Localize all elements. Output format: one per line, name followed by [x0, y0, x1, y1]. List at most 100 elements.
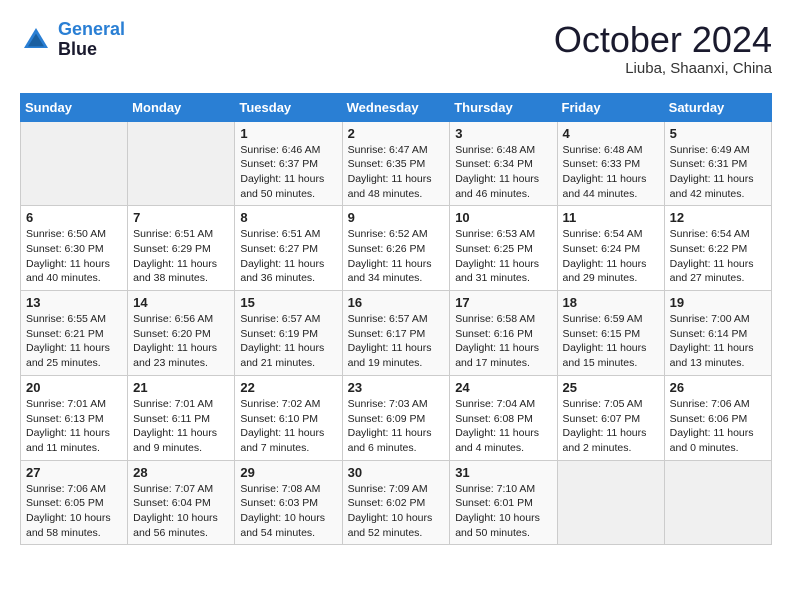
page-header: General Blue October 2024 Liuba, Shaanxi… [20, 20, 772, 77]
day-number: 17 [455, 295, 551, 310]
weekday-header-monday: Monday [128, 93, 235, 121]
day-info: Sunrise: 6:53 AMSunset: 6:25 PMDaylight:… [455, 227, 551, 286]
day-number: 2 [348, 126, 445, 141]
calendar-cell: 13 Sunrise: 6:55 AMSunset: 6:21 PMDayligh… [21, 291, 128, 376]
day-number: 9 [348, 210, 445, 225]
logo-text: General Blue [58, 20, 125, 60]
calendar-cell [664, 460, 771, 545]
day-number: 29 [240, 465, 336, 480]
location-subtitle: Liuba, Shaanxi, China [554, 60, 772, 77]
calendar-week-5: 27 Sunrise: 7:06 AMSunset: 6:05 PMDayligh… [21, 460, 772, 545]
calendar-cell: 24Sunrise: 7:04 AMSunset: 6:08 PMDayligh… [450, 375, 557, 460]
day-number: 30 [348, 465, 445, 480]
calendar-cell: 2 Sunrise: 6:47 AMSunset: 6:35 PMDaylight… [342, 121, 450, 206]
day-info: Sunrise: 7:01 AMSunset: 6:11 PMDaylight:… [133, 397, 229, 456]
day-number: 26 [670, 380, 766, 395]
day-number: 23 [348, 380, 445, 395]
calendar-cell: 9 Sunrise: 6:52 AMSunset: 6:26 PMDaylight… [342, 206, 450, 291]
day-number: 19 [670, 295, 766, 310]
calendar-cell: 21 Sunrise: 7:01 AMSunset: 6:11 PMDayligh… [128, 375, 235, 460]
day-info: Sunrise: 7:04 AMSunset: 6:08 PMDaylight:… [455, 397, 551, 456]
day-info: Sunrise: 7:03 AMSunset: 6:09 PMDaylight:… [348, 397, 445, 456]
day-number: 16 [348, 295, 445, 310]
day-number: 12 [670, 210, 766, 225]
day-info: Sunrise: 6:58 AMSunset: 6:16 PMDaylight:… [455, 312, 551, 371]
day-info: Sunrise: 7:09 AMSunset: 6:02 PMDaylight:… [348, 482, 445, 541]
day-info: Sunrise: 6:51 AMSunset: 6:29 PMDaylight:… [133, 227, 229, 286]
day-number: 7 [133, 210, 229, 225]
day-info: Sunrise: 6:48 AMSunset: 6:34 PMDaylight:… [455, 143, 551, 202]
logo-line1: General [58, 19, 125, 39]
title-block: October 2024 Liuba, Shaanxi, China [554, 20, 772, 77]
calendar-cell: 1Sunrise: 6:46 AMSunset: 6:37 PMDaylight… [235, 121, 342, 206]
logo: General Blue [20, 20, 125, 60]
weekday-header-thursday: Thursday [450, 93, 557, 121]
day-info: Sunrise: 7:10 AMSunset: 6:01 PMDaylight:… [455, 482, 551, 541]
calendar-cell: 8 Sunrise: 6:51 AMSunset: 6:27 PMDaylight… [235, 206, 342, 291]
day-number: 25 [563, 380, 659, 395]
day-info: Sunrise: 7:06 AMSunset: 6:05 PMDaylight:… [26, 482, 122, 541]
calendar-cell: 28 Sunrise: 7:07 AMSunset: 6:04 PMDayligh… [128, 460, 235, 545]
day-number: 14 [133, 295, 229, 310]
calendar-cell: 17 Sunrise: 6:58 AMSunset: 6:16 PMDayligh… [450, 291, 557, 376]
weekday-header-friday: Friday [557, 93, 664, 121]
day-number: 28 [133, 465, 229, 480]
calendar-table: SundayMondayTuesdayWednesdayThursdayFrid… [20, 93, 772, 546]
day-info: Sunrise: 7:07 AMSunset: 6:04 PMDaylight:… [133, 482, 229, 541]
calendar-cell: 23 Sunrise: 7:03 AMSunset: 6:09 PMDayligh… [342, 375, 450, 460]
calendar-week-4: 20Sunrise: 7:01 AMSunset: 6:13 PMDayligh… [21, 375, 772, 460]
day-info: Sunrise: 6:57 AMSunset: 6:17 PMDaylight:… [348, 312, 445, 371]
calendar-cell: 31Sunrise: 7:10 AMSunset: 6:01 PMDayligh… [450, 460, 557, 545]
day-info: Sunrise: 7:06 AMSunset: 6:06 PMDaylight:… [670, 397, 766, 456]
day-info: Sunrise: 7:02 AMSunset: 6:10 PMDaylight:… [240, 397, 336, 456]
day-number: 4 [563, 126, 659, 141]
day-number: 5 [670, 126, 766, 141]
day-info: Sunrise: 6:54 AMSunset: 6:24 PMDaylight:… [563, 227, 659, 286]
day-number: 21 [133, 380, 229, 395]
day-number: 27 [26, 465, 122, 480]
day-number: 3 [455, 126, 551, 141]
day-info: Sunrise: 6:55 AMSunset: 6:21 PMDaylight:… [26, 312, 122, 371]
day-info: Sunrise: 6:54 AMSunset: 6:22 PMDaylight:… [670, 227, 766, 286]
calendar-cell: 15Sunrise: 6:57 AMSunset: 6:19 PMDayligh… [235, 291, 342, 376]
calendar-cell [128, 121, 235, 206]
day-number: 8 [240, 210, 336, 225]
day-info: Sunrise: 7:00 AMSunset: 6:14 PMDaylight:… [670, 312, 766, 371]
calendar-cell: 12 Sunrise: 6:54 AMSunset: 6:22 PMDayligh… [664, 206, 771, 291]
weekday-header-wednesday: Wednesday [342, 93, 450, 121]
day-info: Sunrise: 6:48 AMSunset: 6:33 PMDaylight:… [563, 143, 659, 202]
calendar-cell: 10Sunrise: 6:53 AMSunset: 6:25 PMDayligh… [450, 206, 557, 291]
calendar-cell: 7 Sunrise: 6:51 AMSunset: 6:29 PMDaylight… [128, 206, 235, 291]
calendar-cell: 3 Sunrise: 6:48 AMSunset: 6:34 PMDaylight… [450, 121, 557, 206]
day-info: Sunrise: 6:51 AMSunset: 6:27 PMDaylight:… [240, 227, 336, 286]
day-number: 6 [26, 210, 122, 225]
calendar-cell: 29 Sunrise: 7:08 AMSunset: 6:03 PMDayligh… [235, 460, 342, 545]
calendar-cell: 25 Sunrise: 7:05 AMSunset: 6:07 PMDayligh… [557, 375, 664, 460]
calendar-cell [557, 460, 664, 545]
calendar-cell: 14 Sunrise: 6:56 AMSunset: 6:20 PMDayligh… [128, 291, 235, 376]
day-info: Sunrise: 6:57 AMSunset: 6:19 PMDaylight:… [240, 312, 336, 371]
calendar-week-3: 13 Sunrise: 6:55 AMSunset: 6:21 PMDayligh… [21, 291, 772, 376]
day-number: 20 [26, 380, 122, 395]
calendar-cell: 26 Sunrise: 7:06 AMSunset: 6:06 PMDayligh… [664, 375, 771, 460]
calendar-cell: 27 Sunrise: 7:06 AMSunset: 6:05 PMDayligh… [21, 460, 128, 545]
weekday-header-tuesday: Tuesday [235, 93, 342, 121]
day-info: Sunrise: 6:52 AMSunset: 6:26 PMDaylight:… [348, 227, 445, 286]
calendar-header: SundayMondayTuesdayWednesdayThursdayFrid… [21, 93, 772, 121]
logo-line2: Blue [58, 40, 125, 60]
day-number: 22 [240, 380, 336, 395]
weekday-row: SundayMondayTuesdayWednesdayThursdayFrid… [21, 93, 772, 121]
day-info: Sunrise: 6:56 AMSunset: 6:20 PMDaylight:… [133, 312, 229, 371]
day-info: Sunrise: 7:05 AMSunset: 6:07 PMDaylight:… [563, 397, 659, 456]
day-info: Sunrise: 6:46 AMSunset: 6:37 PMDaylight:… [240, 143, 336, 202]
day-info: Sunrise: 7:08 AMSunset: 6:03 PMDaylight:… [240, 482, 336, 541]
calendar-cell [21, 121, 128, 206]
calendar-cell: 4 Sunrise: 6:48 AMSunset: 6:33 PMDaylight… [557, 121, 664, 206]
calendar-cell: 5Sunrise: 6:49 AMSunset: 6:31 PMDaylight… [664, 121, 771, 206]
weekday-header-saturday: Saturday [664, 93, 771, 121]
day-number: 13 [26, 295, 122, 310]
calendar-cell: 11Sunrise: 6:54 AMSunset: 6:24 PMDayligh… [557, 206, 664, 291]
day-info: Sunrise: 6:47 AMSunset: 6:35 PMDaylight:… [348, 143, 445, 202]
month-title: October 2024 [554, 20, 772, 60]
day-number: 18 [563, 295, 659, 310]
